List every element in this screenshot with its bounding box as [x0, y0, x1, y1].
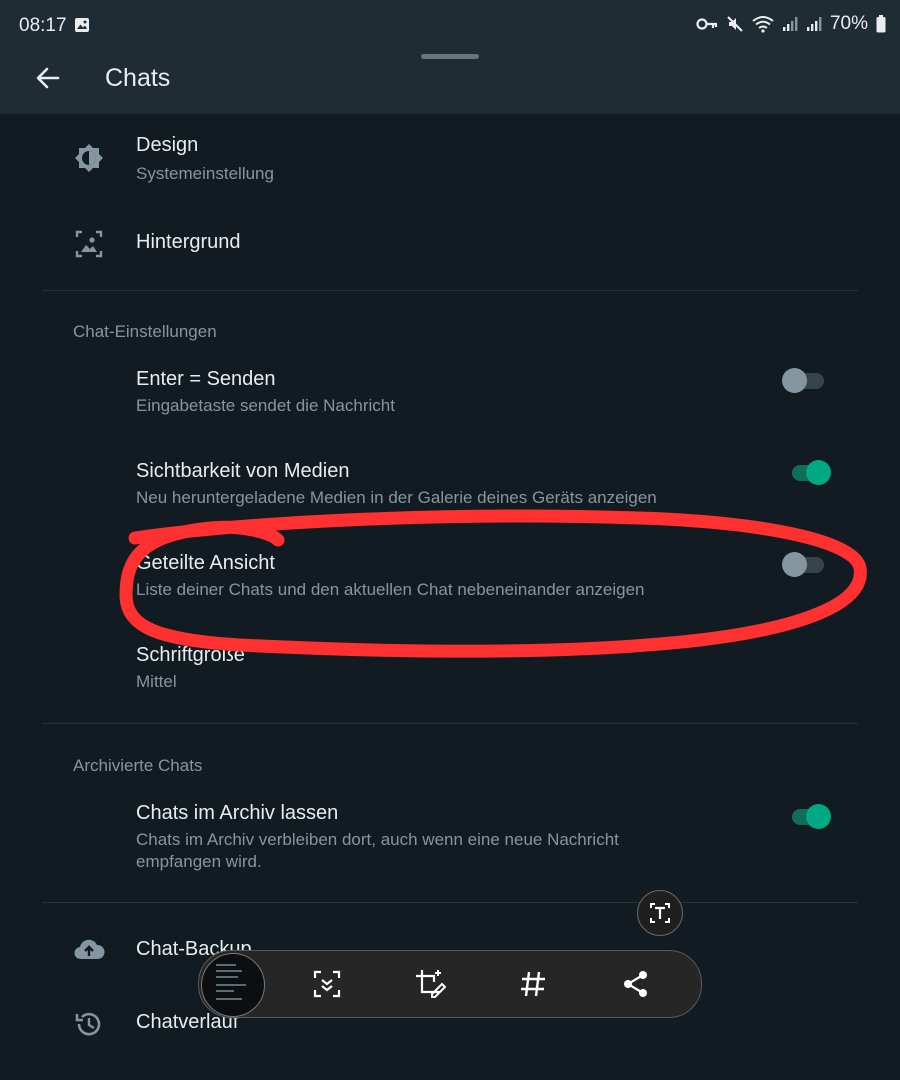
- text-extract-button[interactable]: [637, 890, 683, 936]
- design-subtitle: Systemeinstellung: [136, 164, 274, 183]
- crop-edit-icon[interactable]: [414, 968, 446, 1000]
- screenshot-thumbnail[interactable]: [201, 953, 265, 1017]
- keep-archived-toggle[interactable]: [782, 804, 831, 829]
- screenshot-toolbar: [198, 950, 702, 1018]
- share-icon[interactable]: [620, 968, 652, 1000]
- media-visibility-toggle[interactable]: [782, 460, 831, 485]
- section-header-chat-settings: Chat-Einstellungen: [73, 322, 217, 341]
- cloud-upload-icon: [74, 939, 105, 960]
- divider: [42, 902, 858, 903]
- battery-icon: [876, 15, 886, 33]
- setting-font-size[interactable]: Schriftgröße Mittel: [0, 642, 900, 698]
- battery-percent: 70%: [829, 13, 868, 34]
- vpn-key-icon: [696, 18, 718, 30]
- app-bar: Chats: [0, 52, 900, 114]
- drag-handle[interactable]: [421, 54, 479, 59]
- enter-send-toggle[interactable]: [782, 368, 826, 393]
- gallery-notification-icon: [75, 18, 89, 32]
- font-size-subtitle: Mittel: [136, 672, 177, 691]
- design-title: Design: [136, 134, 199, 156]
- split-view-title: Geteilte Ansicht: [136, 552, 275, 574]
- history-icon: [75, 1012, 101, 1036]
- section-header-archived: Archivierte Chats: [73, 756, 203, 775]
- text-extract-icon: [650, 903, 670, 923]
- divider: [42, 723, 858, 724]
- wallpaper-icon: [75, 230, 103, 258]
- divider: [42, 290, 858, 291]
- setting-split-view[interactable]: Geteilte Ansicht Liste deiner Chats und …: [0, 548, 900, 608]
- page-title: Chats: [105, 64, 171, 92]
- back-arrow-icon[interactable]: [34, 64, 62, 92]
- setting-background[interactable]: Hintergrund: [0, 218, 900, 268]
- brightness-icon: [75, 144, 103, 172]
- mute-icon: [727, 16, 743, 32]
- enter-send-title: Enter = Senden: [136, 368, 276, 390]
- keep-archived-subtitle: Chats im Archiv verbleiben dort, auch we…: [136, 830, 619, 871]
- setting-design[interactable]: Design Systemeinstellung: [0, 128, 900, 198]
- font-size-title: Schriftgröße: [136, 644, 245, 666]
- status-bar: 08:17 70%: [0, 0, 900, 52]
- setting-enter-send[interactable]: Enter = Senden Eingabetaste sendet die N…: [0, 364, 900, 424]
- media-visibility-subtitle: Neu heruntergeladene Medien in der Galer…: [136, 488, 657, 507]
- background-title: Hintergrund: [136, 231, 241, 253]
- thumbnail-preview-icon: [216, 964, 246, 1000]
- setting-media-visibility[interactable]: Sichtbarkeit von Medien Neu heruntergela…: [0, 456, 900, 516]
- signal-1-icon: [782, 17, 798, 31]
- hashtag-icon[interactable]: [517, 968, 549, 1000]
- media-visibility-title: Sichtbarkeit von Medien: [136, 460, 350, 482]
- signal-2-icon: [806, 17, 822, 31]
- enter-send-subtitle: Eingabetaste sendet die Nachricht: [136, 396, 395, 415]
- keep-archived-title: Chats im Archiv lassen: [136, 802, 339, 824]
- split-view-toggle[interactable]: [782, 552, 826, 577]
- scroll-capture-icon[interactable]: [311, 968, 343, 1000]
- split-view-subtitle: Liste deiner Chats und den aktuellen Cha…: [136, 580, 645, 599]
- wifi-icon: [752, 16, 774, 33]
- status-time: 08:17: [19, 15, 67, 36]
- setting-keep-archived[interactable]: Chats im Archiv lassen Chats im Archiv v…: [0, 798, 900, 878]
